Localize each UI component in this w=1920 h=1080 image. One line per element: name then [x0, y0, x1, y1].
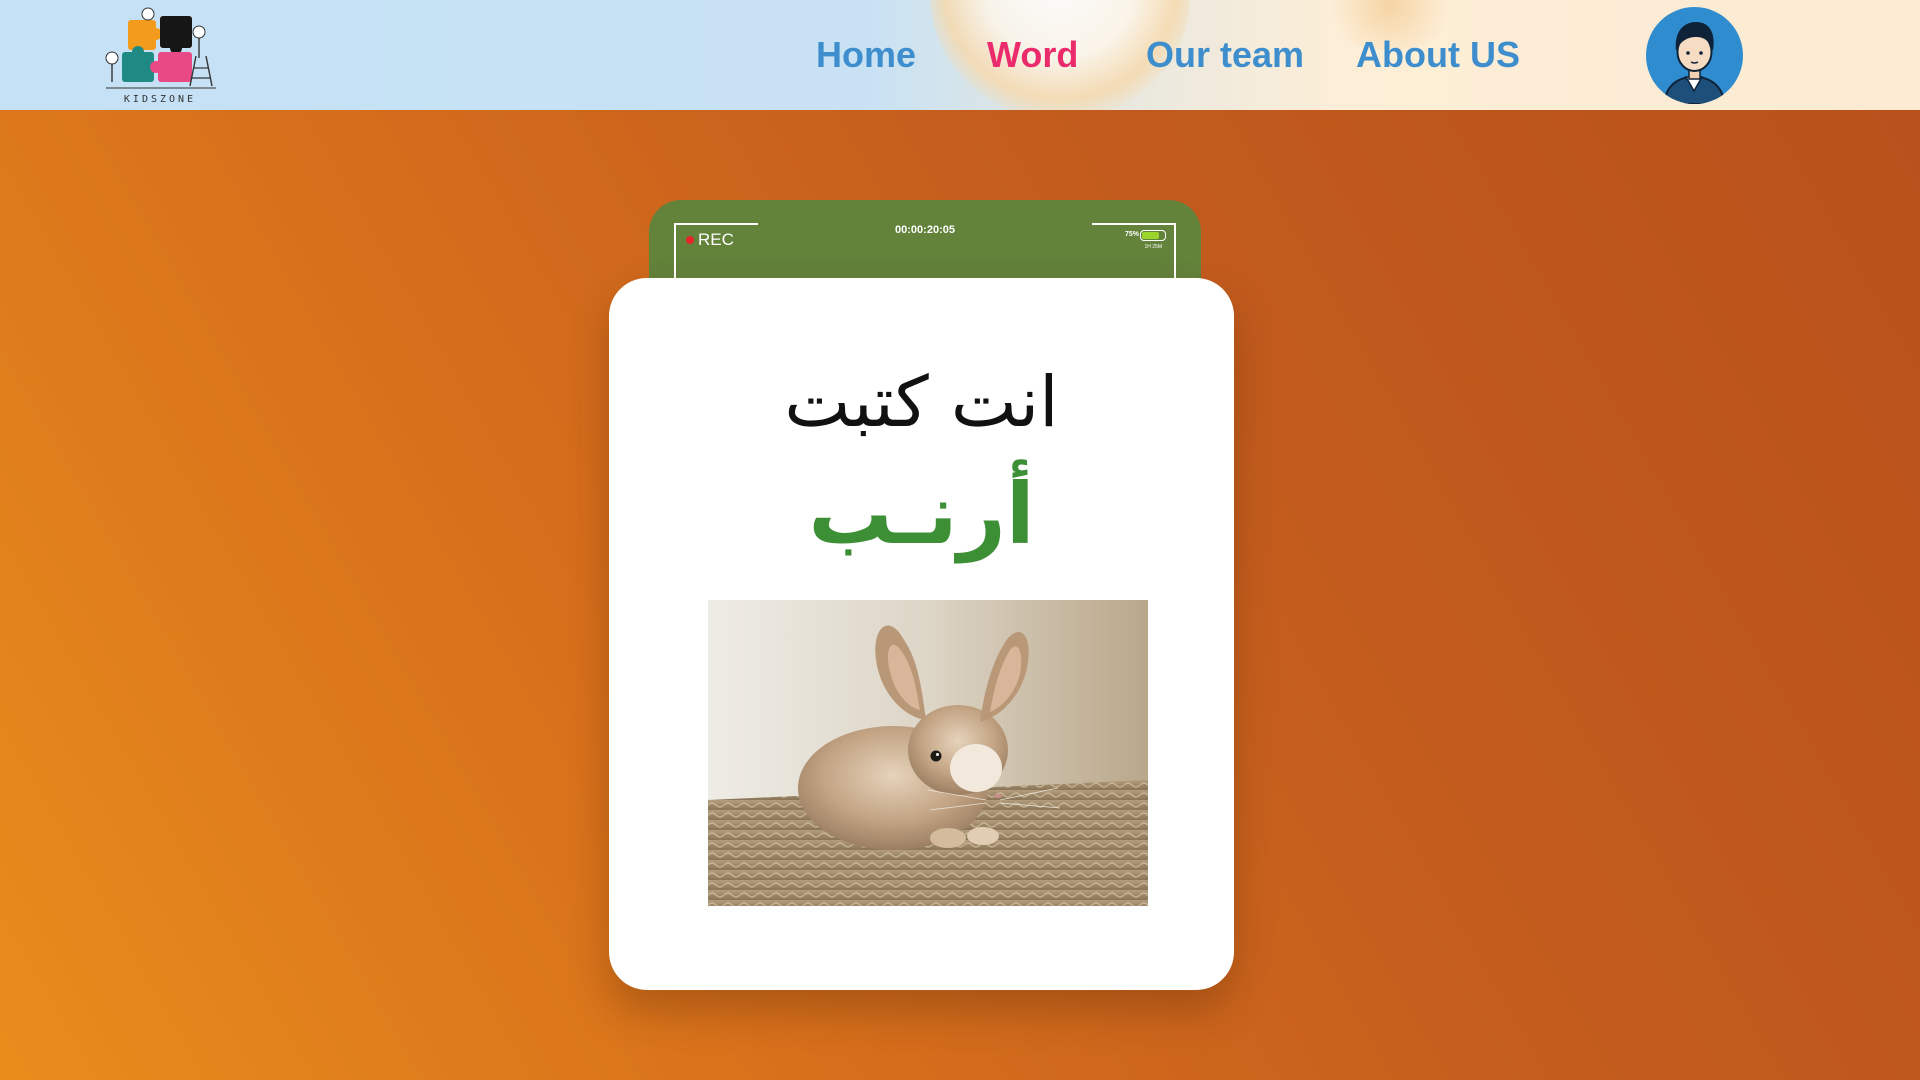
battery-icon [1140, 230, 1166, 241]
you-wrote-text: انت كتبت [784, 361, 1059, 443]
logo-text: KIDSZONE [123, 94, 197, 105]
battery-percent: 75% [1124, 231, 1139, 238]
recording-dot-icon [686, 236, 694, 244]
user-avatar[interactable] [1646, 7, 1743, 104]
boy-avatar-icon [1662, 22, 1727, 104]
puzzle-logo-icon [105, 7, 216, 89]
nav-word[interactable]: Word [987, 34, 1078, 84]
word-card: انت كتبت أرنـب [609, 278, 1234, 990]
kidszone-logo[interactable]: KIDSZONE [100, 6, 220, 106]
rec-timer: 00:00:20:05 [895, 224, 955, 236]
top-navbar: KIDSZONE Home Word Our team About US [0, 0, 1920, 110]
nav-our-team[interactable]: Our team [1146, 34, 1304, 84]
written-word: أرنـب [808, 465, 1035, 563]
battery-remaining: 1H 25M [1144, 244, 1162, 250]
rabbit-image-icon [708, 600, 1148, 906]
nav-home[interactable]: Home [816, 34, 916, 84]
rabbit-photo [708, 600, 1148, 906]
battery-fill [1142, 232, 1159, 239]
nav-about-us[interactable]: About US [1356, 34, 1520, 84]
